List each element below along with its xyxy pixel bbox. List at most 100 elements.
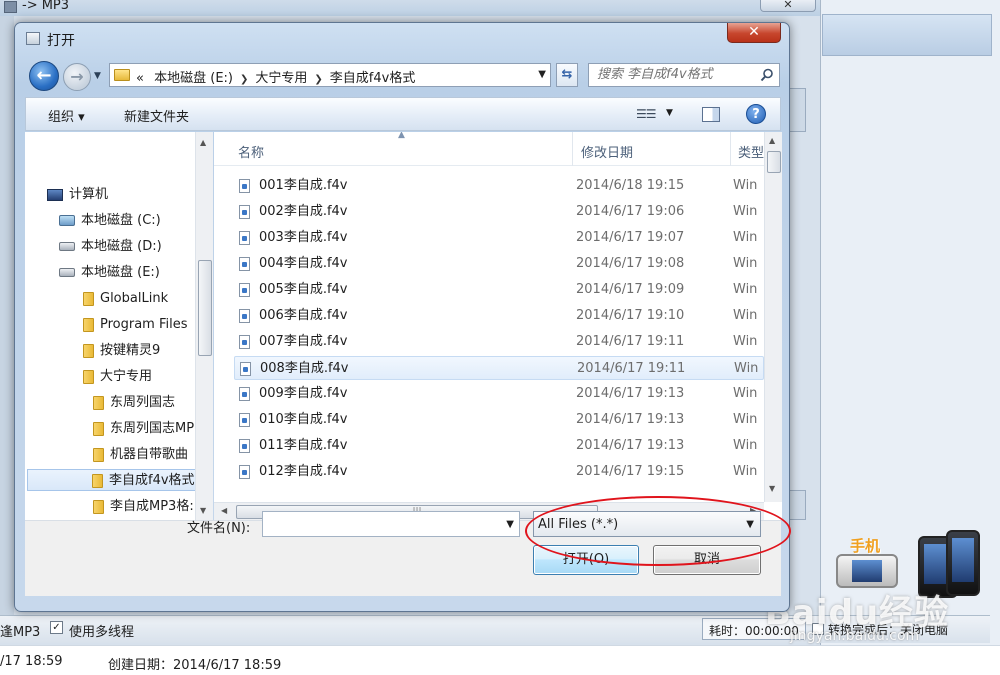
column-divider[interactable] [572,132,573,166]
file-date: 2014/6/17 19:13 [576,386,685,401]
file-type: Win [733,230,758,245]
tree-item-label: 东周列国志 [110,395,176,410]
breadcrumb-overflow[interactable]: « [136,71,144,86]
file-row[interactable]: 007李自成.f4v 2014/6/17 19:11 Win [234,330,764,354]
tree-item-drive-d[interactable]: 本地磁盘 (D:) [59,236,162,258]
breadcrumb-item[interactable]: 大宁专用 [255,71,307,86]
organize-menu[interactable]: 组织 ▾ [48,106,85,125]
multithread-label: 使用多线程 [69,625,135,640]
tree-item-folder[interactable]: 按键精灵9 [83,340,160,362]
tree-item-folder[interactable]: 东周列国志MP [93,418,194,440]
file-row[interactable]: 001李自成.f4v 2014/6/18 19:15 Win [234,174,764,198]
tree-item-folder-selected[interactable]: 李自成f4v格式 [27,469,205,491]
background-title: -> MP3 [22,0,70,13]
tree-item-folder[interactable]: Program Files [83,314,188,336]
background-close-button[interactable]: ✕ [760,0,816,12]
file-name: 007李自成.f4v [259,334,348,349]
scroll-down-icon[interactable]: ▼ [200,506,206,515]
refresh-button[interactable]: ⇆ [556,63,578,87]
file-row[interactable]: 003李自成.f4v 2014/6/17 19:07 Win [234,226,764,250]
breadcrumb: « 本地磁盘 (E:) ❯ 大宁专用 ❯ 李自成f4v格式 [136,67,415,86]
file-type: Win [733,464,758,479]
chevron-right-icon[interactable]: ❯ [314,74,322,85]
file-date: 2014/6/17 19:11 [577,361,686,376]
tree-item-folder[interactable]: 机器自带歌曲 [93,444,188,466]
search-icon[interactable] [760,68,774,82]
scroll-down-icon[interactable]: ▼ [769,484,775,493]
tree-item-label: 本地磁盘 (E:) [81,265,160,280]
tree-item-label: 李自成MP3格: [110,499,194,514]
breadcrumb-item[interactable]: 本地磁盘 (E:) [154,71,233,86]
view-list-icon[interactable]: ☰☰ [636,107,656,121]
search-input[interactable] [597,67,757,82]
file-list-vertical-scrollbar[interactable]: ▲ ▼ [764,132,782,502]
info-created: 创建日期：2014/6/17 18:59 [108,658,282,673]
scroll-left-icon[interactable]: ◀ [221,506,227,515]
column-header-type[interactable]: 类型 [738,142,764,161]
tree-item-label: GlobalLink [100,291,169,306]
help-icon[interactable]: ? [746,104,766,124]
forward-button[interactable]: → [63,63,91,91]
tree-item-drive-e[interactable]: 本地磁盘 (E:) [59,262,160,284]
filename-label: 文件名(N): [187,521,251,536]
video-file-icon [239,465,250,479]
status-text: 逢MP3 [0,625,41,640]
refresh-icon: ⇆ [561,67,573,82]
back-arrow-icon: ← [36,65,52,86]
tree-item-folder[interactable]: 大宁专用 [83,366,152,388]
file-row[interactable]: 009李自成.f4v 2014/6/17 19:13 Win [234,382,764,406]
file-row[interactable]: 012李自成.f4v 2014/6/17 19:15 Win [234,460,764,484]
sort-ascending-icon: ▲ [398,132,405,140]
navigation-pane: 计算机 本地磁盘 (C:) 本地磁盘 (D:) 本地磁盘 (E:) Global… [25,132,213,520]
file-name: 010李自成.f4v [259,412,348,427]
tree-item-computer[interactable]: 计算机 [47,184,108,206]
filename-input[interactable]: ▼ [262,511,520,537]
file-date: 2014/6/17 19:15 [576,464,685,479]
watermark-url: jingyan.baidu.com [790,628,920,644]
file-row[interactable]: 010李自成.f4v 2014/6/17 19:13 Win [234,408,764,432]
chevron-right-icon[interactable]: ❯ [240,74,248,85]
file-row[interactable]: 005李自成.f4v 2014/6/17 19:09 Win [234,278,764,302]
column-header-name[interactable]: 名称 [238,142,264,161]
address-bar[interactable]: « 本地磁盘 (E:) ❯ 大宁专用 ❯ 李自成f4v格式 ▼ [109,63,551,87]
scroll-thumb[interactable] [198,260,212,356]
file-row-selected[interactable]: 008李自成.f4v 2014/6/17 19:11 Win [234,356,764,380]
video-file-icon [239,179,250,193]
background-side-button[interactable] [788,490,806,520]
file-type: Win [733,412,758,427]
scroll-up-icon[interactable]: ▲ [200,138,206,147]
file-type: Win [733,386,758,401]
folder-icon [83,343,94,358]
close-button[interactable]: ✕ [727,23,781,43]
history-dropdown-icon[interactable]: ▼ [94,71,101,81]
back-button[interactable]: ← [29,61,59,91]
preview-pane-icon[interactable] [702,107,720,122]
folder-icon [92,473,103,488]
scroll-up-icon[interactable]: ▲ [769,136,775,145]
tree-item-drive-c[interactable]: 本地磁盘 (C:) [59,210,161,232]
column-divider[interactable] [730,132,731,166]
tree-item-folder[interactable]: 李自成MP3格: [93,496,194,518]
background-left-strip [0,16,14,616]
drive-icon [59,242,75,251]
file-row[interactable]: 004李自成.f4v 2014/6/17 19:08 Win [234,252,764,276]
column-header-date[interactable]: 修改日期 [581,142,633,161]
video-file-icon [239,257,250,271]
file-row[interactable]: 002李自成.f4v 2014/6/17 19:06 Win [234,200,764,224]
tree-item-folder[interactable]: 东周列国志 [93,392,175,414]
video-file-icon [239,387,250,401]
file-row[interactable]: 006李自成.f4v 2014/6/17 19:10 Win [234,304,764,328]
background-side-button[interactable] [788,88,806,132]
file-row[interactable]: 011李自成.f4v 2014/6/17 19:13 Win [234,434,764,458]
scroll-thumb[interactable] [767,151,781,173]
view-dropdown-icon[interactable]: ▼ [666,108,673,118]
multithread-checkbox[interactable]: ✓ [50,621,63,634]
new-folder-button[interactable]: 新建文件夹 [124,106,189,125]
file-type: Win [734,361,759,376]
breadcrumb-item[interactable]: 李自成f4v格式 [330,71,416,86]
chevron-down-icon[interactable]: ▼ [538,69,546,80]
nav-scrollbar[interactable]: ▲ ▼ [195,132,213,520]
search-box[interactable] [588,63,780,87]
chevron-down-icon[interactable]: ▼ [506,519,514,530]
tree-item-folder[interactable]: GlobalLink [83,288,168,310]
